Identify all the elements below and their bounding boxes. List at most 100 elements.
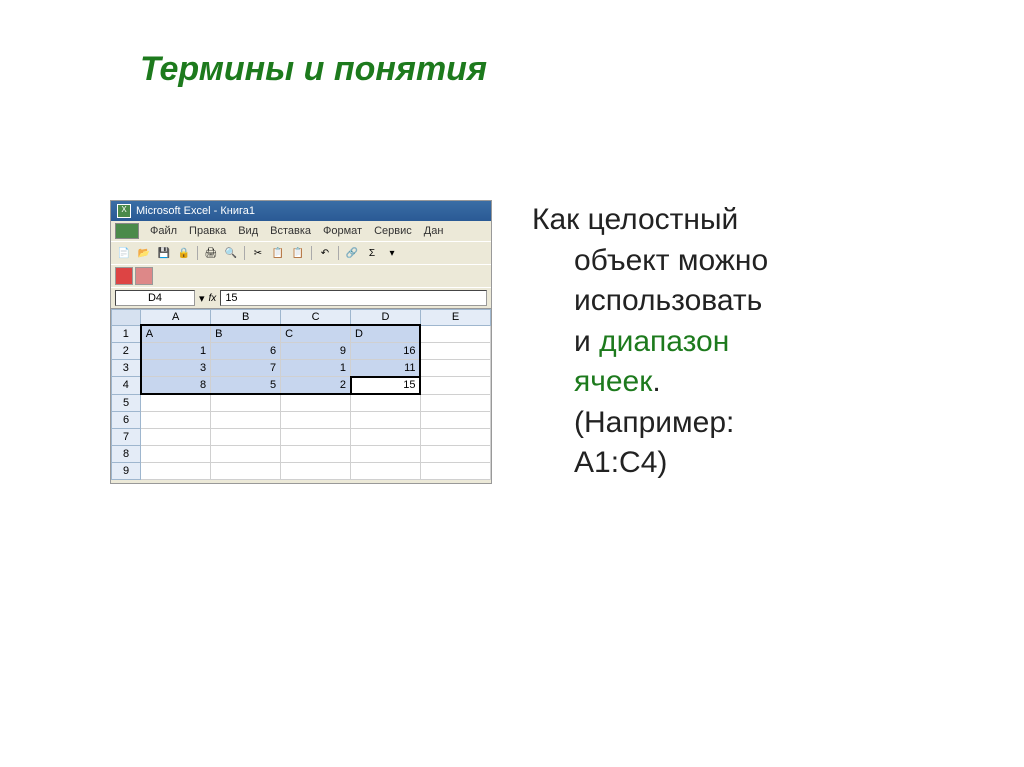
highlight: ячеек <box>574 365 652 398</box>
cell[interactable]: 8 <box>141 377 211 395</box>
cell[interactable] <box>351 429 421 446</box>
col-header[interactable]: A <box>141 310 211 326</box>
pdf-icon[interactable] <box>115 267 133 285</box>
print-icon[interactable]: 🖨 <box>202 244 220 262</box>
menu-edit[interactable]: Правка <box>184 224 231 238</box>
pdf-toolbar <box>111 264 491 287</box>
active-cell[interactable]: 15 <box>351 377 421 395</box>
formula-input[interactable]: 15 <box>220 290 487 306</box>
text-line: (Например: <box>532 403 954 444</box>
cell[interactable] <box>351 412 421 429</box>
slide-title: Термины и понятия <box>140 50 487 89</box>
pdf-icon[interactable] <box>135 267 153 285</box>
cell[interactable] <box>420 394 490 412</box>
col-header[interactable]: C <box>281 310 351 326</box>
cell[interactable]: 1 <box>141 343 211 360</box>
undo-icon[interactable]: ↶ <box>316 244 334 262</box>
cell[interactable] <box>141 429 211 446</box>
cell[interactable]: 16 <box>351 343 421 360</box>
table-row: 8 <box>112 446 491 463</box>
menu-data[interactable]: Дан <box>419 224 449 238</box>
cell[interactable]: A <box>141 325 211 343</box>
save-icon[interactable]: 💾 <box>155 244 173 262</box>
cell[interactable]: 7 <box>211 360 281 377</box>
row-header[interactable]: 6 <box>112 412 141 429</box>
menu-tools[interactable]: Сервис <box>369 224 417 238</box>
cell[interactable] <box>211 446 281 463</box>
sum-icon[interactable]: Σ <box>363 244 381 262</box>
copy-icon[interactable]: 📋 <box>269 244 287 262</box>
col-header[interactable]: B <box>211 310 281 326</box>
text-line: объект можно <box>532 241 954 282</box>
cell[interactable] <box>141 463 211 480</box>
cell[interactable] <box>351 446 421 463</box>
col-header[interactable]: D <box>351 310 421 326</box>
cell[interactable]: 11 <box>351 360 421 377</box>
permission-icon[interactable]: 🔒 <box>175 244 193 262</box>
preview-icon[interactable]: 🔍 <box>222 244 240 262</box>
cut-icon[interactable]: ✂ <box>249 244 267 262</box>
row-header[interactable]: 7 <box>112 429 141 446</box>
cell[interactable]: C <box>281 325 351 343</box>
name-box[interactable]: D4 <box>115 290 195 306</box>
cell[interactable] <box>141 446 211 463</box>
new-icon[interactable]: 📄 <box>115 244 133 262</box>
cell[interactable] <box>420 377 490 395</box>
cell[interactable] <box>141 394 211 412</box>
open-icon[interactable]: 📂 <box>135 244 153 262</box>
text-line: A1:C4) <box>532 443 954 484</box>
table-row: 4 8 5 2 15 <box>112 377 491 395</box>
row-header[interactable]: 9 <box>112 463 141 480</box>
row-header[interactable]: 4 <box>112 377 141 395</box>
cell[interactable] <box>211 412 281 429</box>
menu-insert[interactable]: Вставка <box>265 224 316 238</box>
dropdown-icon[interactable]: ▾ <box>383 244 401 262</box>
cell[interactable] <box>211 394 281 412</box>
cell[interactable]: 9 <box>281 343 351 360</box>
row-header[interactable]: 2 <box>112 343 141 360</box>
cell[interactable]: B <box>211 325 281 343</box>
cell[interactable] <box>351 394 421 412</box>
text-line: ячеек. <box>532 362 954 403</box>
row-header[interactable]: 8 <box>112 446 141 463</box>
menu-view[interactable]: Вид <box>233 224 263 238</box>
cell[interactable] <box>351 463 421 480</box>
fx-label[interactable]: fx <box>209 293 217 304</box>
cell[interactable] <box>420 463 490 480</box>
cell[interactable]: 3 <box>141 360 211 377</box>
row-header[interactable]: 3 <box>112 360 141 377</box>
name-box-dropdown-icon[interactable]: ▾ <box>199 292 205 305</box>
link-icon[interactable]: 🔗 <box>343 244 361 262</box>
toolbar-separator <box>338 246 339 260</box>
cell[interactable] <box>281 394 351 412</box>
cell[interactable] <box>281 412 351 429</box>
row-header[interactable]: 1 <box>112 325 141 343</box>
cell[interactable]: 2 <box>281 377 351 395</box>
cell[interactable] <box>420 446 490 463</box>
cell[interactable] <box>420 325 490 343</box>
row-header[interactable]: 5 <box>112 394 141 412</box>
menu-bar: Файл Правка Вид Вставка Формат Сервис Да… <box>111 221 491 241</box>
cell[interactable] <box>211 429 281 446</box>
cell[interactable] <box>141 412 211 429</box>
select-all-corner[interactable] <box>112 310 141 326</box>
paste-icon[interactable]: 📋 <box>289 244 307 262</box>
menu-format[interactable]: Формат <box>318 224 367 238</box>
cell[interactable] <box>420 429 490 446</box>
cell[interactable] <box>420 343 490 360</box>
cell[interactable] <box>281 463 351 480</box>
toolbar-separator <box>244 246 245 260</box>
toolbar-separator <box>311 246 312 260</box>
cell[interactable]: D <box>351 325 421 343</box>
cell[interactable] <box>420 412 490 429</box>
cell[interactable] <box>420 360 490 377</box>
cell[interactable]: 1 <box>281 360 351 377</box>
cell[interactable]: 5 <box>211 377 281 395</box>
cell[interactable] <box>281 446 351 463</box>
col-header[interactable]: E <box>420 310 490 326</box>
formula-bar: D4 ▾ fx 15 <box>111 287 491 308</box>
menu-file[interactable]: Файл <box>145 224 182 238</box>
cell[interactable] <box>281 429 351 446</box>
cell[interactable] <box>211 463 281 480</box>
cell[interactable]: 6 <box>211 343 281 360</box>
